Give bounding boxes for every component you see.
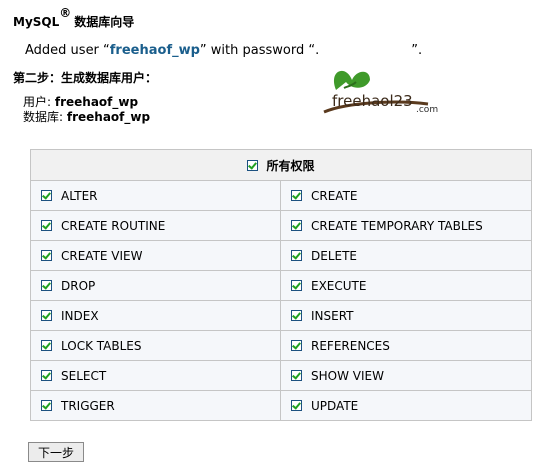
checkbox-execute[interactable] bbox=[291, 280, 302, 291]
logo-suffix: .com bbox=[416, 105, 438, 115]
password-redacted bbox=[319, 42, 411, 56]
created-username: freehaof_wp bbox=[109, 43, 200, 58]
title-main: MySQL bbox=[13, 15, 60, 29]
freehao123-logo: freehaol23 .com bbox=[323, 70, 438, 115]
privilege-label: SELECT bbox=[61, 368, 107, 383]
database-label: 数据库: bbox=[23, 110, 64, 124]
title-tail: 数据库向导 bbox=[74, 15, 135, 29]
checkbox-index[interactable] bbox=[41, 310, 52, 321]
table-row: CREATE ROUTINE CREATE TEMPORARY TABLES bbox=[31, 211, 531, 241]
privileges-table: 所有权限 ALTER CREATE CREATE ROUTINE CREATE … bbox=[30, 149, 532, 421]
table-row: SELECT SHOW VIEW bbox=[31, 361, 531, 391]
privilege-create-routine[interactable]: CREATE ROUTINE bbox=[31, 211, 280, 240]
privilege-update[interactable]: UPDATE bbox=[280, 391, 530, 420]
privilege-delete[interactable]: DELETE bbox=[280, 241, 530, 270]
all-privileges-label: 所有权限 bbox=[266, 158, 315, 173]
privilege-execute[interactable]: EXECUTE bbox=[280, 271, 530, 300]
logo-text: freehaol23 bbox=[332, 92, 413, 110]
privilege-create-view[interactable]: CREATE VIEW bbox=[31, 241, 280, 270]
privilege-label: INDEX bbox=[61, 308, 99, 323]
checkbox-select[interactable] bbox=[41, 370, 52, 381]
privilege-label: LOCK TABLES bbox=[61, 338, 142, 353]
status-message: Added user “freehaof_wp” with password “… bbox=[25, 42, 422, 58]
checkbox-show-view[interactable] bbox=[291, 370, 302, 381]
privilege-create-temporary-tables[interactable]: CREATE TEMPORARY TABLES bbox=[280, 211, 530, 240]
privilege-insert[interactable]: INSERT bbox=[280, 301, 530, 330]
step-heading: 第二步：生成数据库用户： bbox=[13, 71, 158, 85]
logo-leaf-icon bbox=[333, 70, 370, 90]
checkbox-trigger[interactable] bbox=[41, 400, 52, 411]
privilege-index[interactable]: INDEX bbox=[31, 301, 280, 330]
table-row: LOCK TABLES REFERENCES bbox=[31, 331, 531, 361]
privilege-drop[interactable]: DROP bbox=[31, 271, 280, 300]
table-row: INDEX INSERT bbox=[31, 301, 531, 331]
checkbox-create-view[interactable] bbox=[41, 250, 52, 261]
privilege-label: DROP bbox=[61, 278, 96, 293]
table-row: ALTER CREATE bbox=[31, 181, 531, 211]
privilege-label: UPDATE bbox=[311, 398, 359, 413]
registered-mark: ® bbox=[59, 6, 72, 20]
privilege-label: CREATE TEMPORARY TABLES bbox=[311, 218, 483, 233]
privilege-select[interactable]: SELECT bbox=[31, 361, 280, 390]
checkbox-lock-tables[interactable] bbox=[41, 340, 52, 351]
checkbox-create-temporary-tables[interactable] bbox=[291, 220, 302, 231]
privilege-label: EXECUTE bbox=[311, 278, 367, 293]
table-row: DROP EXECUTE bbox=[31, 271, 531, 301]
privilege-label: DELETE bbox=[311, 248, 358, 263]
page-title: MySQL®数据库向导 bbox=[13, 6, 135, 30]
privilege-references[interactable]: REFERENCES bbox=[280, 331, 530, 360]
privilege-label: REFERENCES bbox=[311, 338, 390, 353]
all-privileges-checkbox[interactable] bbox=[247, 159, 259, 171]
checkbox-insert[interactable] bbox=[291, 310, 302, 321]
user-value: freehaof_wp bbox=[54, 95, 139, 109]
checkbox-drop[interactable] bbox=[41, 280, 52, 291]
user-label: 用户: bbox=[23, 95, 52, 109]
privilege-trigger[interactable]: TRIGGER bbox=[31, 391, 280, 420]
table-row: TRIGGER UPDATE bbox=[31, 391, 531, 420]
checkbox-update[interactable] bbox=[291, 400, 302, 411]
checkbox-alter[interactable] bbox=[41, 190, 52, 201]
message-middle: ” with password “. bbox=[199, 43, 320, 58]
privilege-show-view[interactable]: SHOW VIEW bbox=[280, 361, 530, 390]
privilege-label: CREATE ROUTINE bbox=[61, 218, 166, 233]
privilege-label: ALTER bbox=[61, 188, 98, 203]
user-db-info: 用户: freehaof_wp 数据库: freehaof_wp bbox=[23, 95, 150, 125]
checkbox-references[interactable] bbox=[291, 340, 302, 351]
message-suffix: ”. bbox=[411, 43, 423, 58]
user-line: 用户: freehaof_wp bbox=[23, 95, 150, 110]
privilege-label: CREATE VIEW bbox=[61, 248, 143, 263]
privilege-label: SHOW VIEW bbox=[311, 368, 384, 383]
checkbox-create-routine[interactable] bbox=[41, 220, 52, 231]
privilege-label: TRIGGER bbox=[61, 398, 115, 413]
database-line: 数据库: freehaof_wp bbox=[23, 110, 150, 125]
database-value: freehaof_wp bbox=[66, 110, 151, 124]
checkbox-delete[interactable] bbox=[291, 250, 302, 261]
privilege-create[interactable]: CREATE bbox=[280, 181, 530, 210]
privilege-alter[interactable]: ALTER bbox=[31, 181, 280, 210]
privilege-label: INSERT bbox=[311, 308, 354, 323]
table-row: CREATE VIEW DELETE bbox=[31, 241, 531, 271]
message-prefix: Added user “ bbox=[25, 43, 110, 58]
all-privileges-header[interactable]: 所有权限 bbox=[31, 150, 531, 181]
checkbox-create[interactable] bbox=[291, 190, 302, 201]
privilege-label: CREATE bbox=[311, 188, 358, 203]
privilege-lock-tables[interactable]: LOCK TABLES bbox=[31, 331, 280, 360]
next-step-button[interactable]: 下一步 bbox=[28, 442, 85, 462]
